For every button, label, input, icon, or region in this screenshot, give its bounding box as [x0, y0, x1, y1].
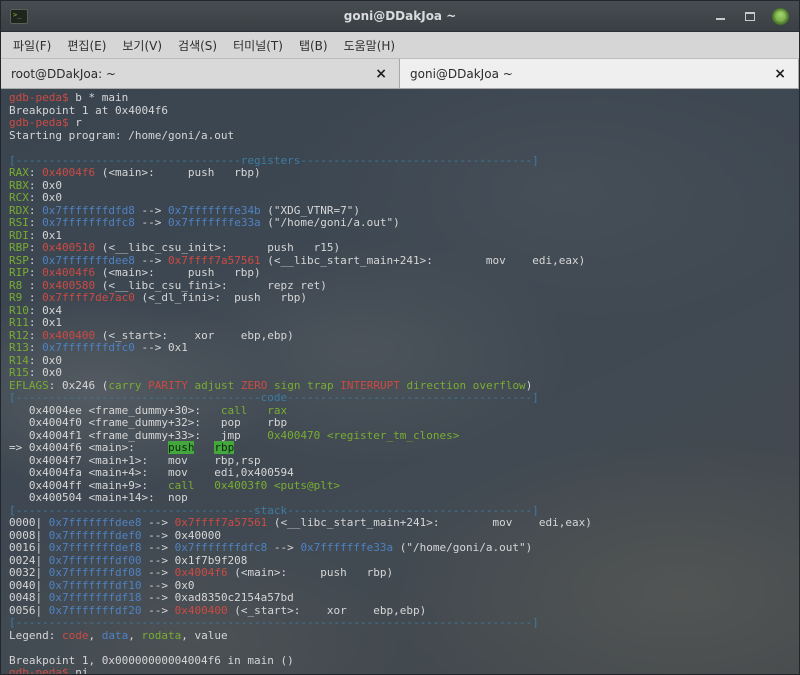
menubar: 파일(F) 편집(E) 보기(V) 검색(S) 터미널(T) 탭(B) 도움말(… [1, 32, 799, 59]
menu-item-edit[interactable]: 편집(E) [59, 33, 114, 58]
terminal-app-icon [10, 8, 28, 24]
menu-item-file[interactable]: 파일(F) [5, 33, 59, 58]
tabbar: root@DDakJoa: ~ × goni@DDakJoa ~ × [1, 59, 799, 89]
terminal-line: R13: 0x7fffffffdfc0 --> 0x1 [9, 341, 188, 354]
terminal-output[interactable]: gdb-peda$ b * main Breakpoint 1 at 0x4004… [1, 89, 799, 674]
terminal-line: RSI: 0x7fffffffdfc8 --> 0x7fffffffe33a (… [9, 216, 400, 229]
terminal-line: Breakpoint 1, 0x00000000004004f6 in main… [9, 653, 294, 667]
terminal-line: R9 : 0x7ffff7de7ac0 (<_dl_fini>: push rb… [9, 291, 308, 304]
desktop-wallpaper: goni@DDakJoa ~ 파일(F) 편집(E) 보기(V) 검색(S) 터… [0, 0, 800, 675]
terminal-line: Breakpoint 1 at 0x4004f6 [9, 103, 168, 117]
minimize-button[interactable] [712, 8, 728, 24]
tab-goni[interactable]: goni@DDakJoa ~ × [400, 59, 799, 88]
menu-item-search[interactable]: 검색(S) [170, 33, 225, 58]
terminal-line: RBX: 0x0 [9, 178, 62, 192]
window-buttons [712, 7, 799, 25]
titlebar[interactable]: goni@DDakJoa ~ [1, 1, 799, 32]
tab-label: root@DDakJoa: ~ [11, 66, 116, 81]
tab-root[interactable]: root@DDakJoa: ~ × [1, 59, 400, 88]
terminal-window: goni@DDakJoa ~ 파일(F) 편집(E) 보기(V) 검색(S) 터… [0, 0, 800, 675]
terminal-line: Starting program: /home/goni/a.out [9, 128, 235, 142]
close-button[interactable] [772, 7, 789, 25]
menu-item-view[interactable]: 보기(V) [114, 33, 170, 58]
tab-close-icon[interactable]: × [373, 67, 389, 81]
terminal-line: RAX: 0x4004f6 (<main>: push rbp) [9, 166, 261, 179]
menu-item-terminal[interactable]: 터미널(T) [225, 33, 291, 58]
window-title: goni@DDakJoa ~ [343, 9, 457, 23]
maximize-icon [745, 11, 755, 21]
terminal-line: gdb-peda$ ni [9, 666, 89, 674]
terminal-line: Legend: code, data, rodata, value [9, 628, 228, 642]
tab-close-icon[interactable]: × [772, 67, 788, 81]
minimize-icon [715, 18, 725, 20]
maximize-button[interactable] [742, 8, 758, 24]
tab-label: goni@DDakJoa ~ [410, 66, 513, 81]
terminal-line: R14: 0x0 [9, 353, 62, 367]
menu-item-help[interactable]: 도움말(H) [336, 33, 404, 58]
menu-item-tabs[interactable]: 탭(B) [291, 33, 336, 58]
terminal-line: R10: 0x4 [9, 303, 62, 317]
